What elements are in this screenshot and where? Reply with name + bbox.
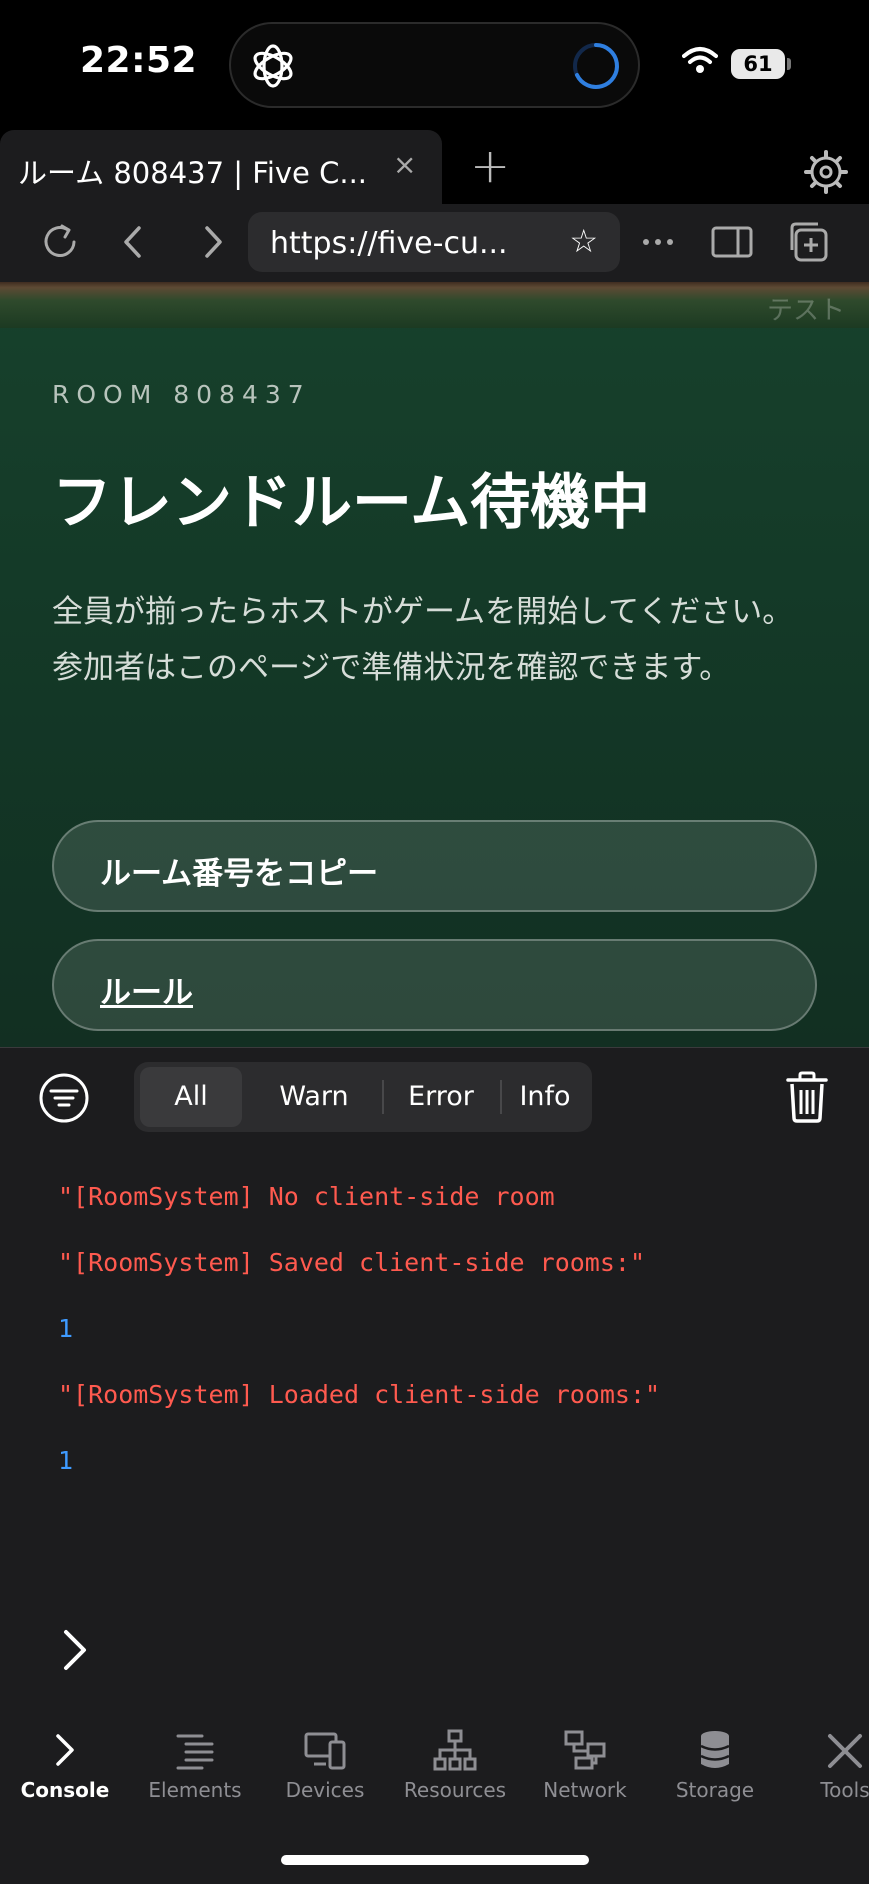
nav-network[interactable]: Network: [520, 1728, 650, 1802]
gear-icon[interactable]: [804, 150, 848, 194]
room-label: ROOM 808437: [52, 380, 311, 409]
log-entry[interactable]: 1: [58, 1446, 73, 1475]
tabs-overview-icon[interactable]: [786, 220, 830, 264]
new-tab-icon[interactable]: +: [470, 138, 510, 194]
page-description: 全員が揃ったらホストがゲームを開始してください。参加者はこのページで準備状況を確…: [52, 594, 794, 686]
forward-icon[interactable]: [190, 220, 234, 264]
chevron-right-icon: [56, 1734, 74, 1766]
nav-label: Resources: [403, 1778, 507, 1802]
banner-text: テスト: [766, 296, 845, 326]
copy-room-number-button[interactable]: ルーム番号をコピー: [52, 820, 817, 912]
filter-warn[interactable]: Warn: [248, 1067, 380, 1127]
wifi-icon: [682, 47, 718, 73]
nav-label: Storage: [675, 1778, 755, 1802]
network-icon: [564, 1730, 606, 1770]
tab-bar: ルーム 808437 | Five C... × +: [0, 130, 869, 204]
tab-close-icon[interactable]: ×: [393, 148, 416, 181]
trash-icon[interactable]: [784, 1070, 830, 1124]
log-entry[interactable]: "[RoomSystem] No client-side room: [58, 1182, 555, 1211]
bookmark-star-icon[interactable]: ☆: [569, 222, 598, 260]
rules-button[interactable]: ルール: [52, 939, 817, 1031]
back-icon[interactable]: [112, 220, 156, 264]
console-prompt-chevron-icon[interactable]: [60, 1628, 90, 1672]
nav-label: Devices: [285, 1778, 365, 1802]
resources-icon: [433, 1729, 477, 1771]
chatgpt-logo-icon: [253, 44, 293, 88]
devtools-tab-bar: Console Elements Devices Resources Netwo…: [0, 1712, 869, 1884]
nav-label: Network: [543, 1778, 627, 1802]
nav-label: Tools: [820, 1778, 869, 1802]
log-entry[interactable]: "[RoomSystem] Saved client-side rooms:": [58, 1248, 645, 1277]
status-time: 22:52: [80, 40, 198, 81]
nav-console[interactable]: Console: [0, 1728, 130, 1802]
log-entry[interactable]: "[RoomSystem] Loaded client-side rooms:": [58, 1380, 660, 1409]
url-field[interactable]: https://five-cu... ☆: [248, 212, 620, 272]
url-text: https://five-cu...: [270, 226, 508, 261]
log-level-filter: All Warn Error Info: [134, 1062, 592, 1132]
copy-room-number-label: ルーム番号をコピー: [100, 856, 379, 892]
nav-tools[interactable]: Tools: [780, 1728, 869, 1802]
page-title: フレンドルーム待機中: [52, 468, 651, 538]
status-bar: 22:52 61: [0, 0, 869, 130]
filter-info[interactable]: Info: [502, 1067, 588, 1127]
more-icon[interactable]: [636, 220, 680, 264]
devtools-console: All Warn Error Info "[RoomSystem] No cli…: [0, 1047, 869, 1712]
filter-icon[interactable]: [38, 1072, 90, 1124]
active-tab[interactable]: ルーム 808437 | Five C... ×: [0, 130, 442, 204]
loading-spinner-icon: [573, 43, 619, 89]
home-indicator: [281, 1855, 589, 1865]
nav-devices[interactable]: Devices: [260, 1728, 390, 1802]
decorative-banner: テスト: [0, 282, 869, 328]
battery-level: 61: [731, 49, 785, 79]
web-page: テスト ROOM 808437 フレンドルーム待機中 全員が揃ったらホストがゲー…: [0, 282, 869, 1047]
nav-label: Elements: [148, 1778, 242, 1802]
storage-icon: [700, 1731, 730, 1768]
nav-resources[interactable]: Resources: [390, 1728, 520, 1802]
nav-label: Console: [20, 1778, 110, 1802]
filter-all[interactable]: All: [140, 1067, 242, 1127]
filter-error[interactable]: Error: [384, 1067, 498, 1127]
elements-icon: [176, 1734, 214, 1770]
tab-title: ルーム 808437 | Five C...: [18, 156, 368, 190]
log-entry[interactable]: 1: [58, 1314, 73, 1343]
browser-toolbar: https://five-cu... ☆: [0, 204, 869, 282]
nav-storage[interactable]: Storage: [650, 1728, 780, 1802]
reload-icon[interactable]: [38, 220, 82, 264]
nav-elements[interactable]: Elements: [130, 1728, 260, 1802]
sidebar-icon[interactable]: [710, 220, 754, 264]
dynamic-island[interactable]: [229, 22, 640, 108]
devices-icon: [304, 1732, 346, 1770]
battery-nub: [787, 58, 791, 70]
tools-icon: [828, 1734, 862, 1768]
rules-label: ルール: [100, 975, 193, 1011]
